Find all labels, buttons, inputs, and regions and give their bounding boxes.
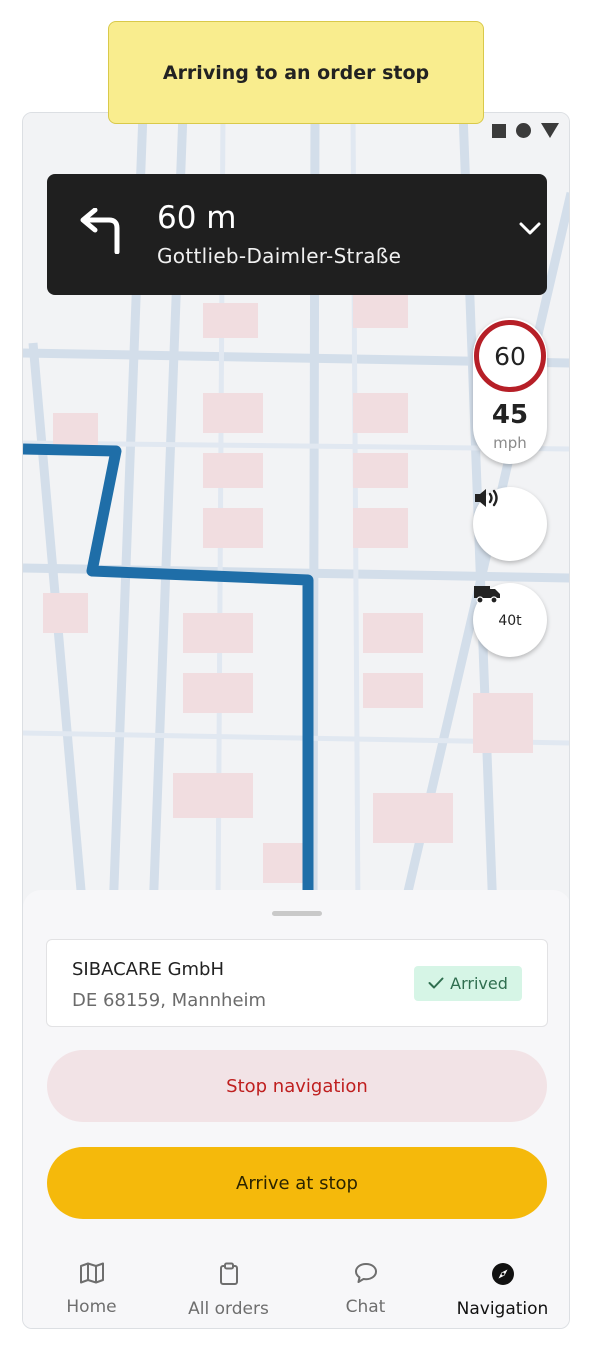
map-view[interactable]: 60 m Gottlieb-Daimler-Straße 60 45 mph 4… bbox=[23, 113, 569, 913]
truck-profile-button[interactable]: 40t bbox=[473, 583, 547, 657]
nav-item-label: Home bbox=[66, 1297, 117, 1317]
stop-square-icon bbox=[492, 123, 506, 138]
speed-limit-sign: 60 bbox=[474, 320, 546, 392]
nav-item-label: Navigation bbox=[456, 1299, 549, 1319]
compass-icon bbox=[491, 1262, 515, 1291]
chat-icon bbox=[354, 1262, 378, 1289]
bottom-navigation-bar: Home All orders Chat Navigation bbox=[23, 1235, 569, 1328]
turn-instruction-card[interactable]: 60 m Gottlieb-Daimler-Straße bbox=[47, 174, 547, 295]
stop-name: SIBACARE GmbH bbox=[72, 959, 225, 980]
record-circle-icon bbox=[516, 123, 531, 138]
stop-navigation-button[interactable]: Stop navigation bbox=[47, 1050, 547, 1122]
current-speed: 45 bbox=[491, 400, 529, 430]
nav-item-navigation[interactable]: Navigation bbox=[434, 1235, 569, 1328]
nav-item-chat[interactable]: Chat bbox=[297, 1235, 434, 1328]
bottom-sheet: SIBACARE GmbH DE 68159, Mannheim Arrived… bbox=[23, 890, 569, 1235]
speed-limit-value: 60 bbox=[494, 341, 526, 371]
map-icon bbox=[79, 1262, 105, 1289]
stop-address: DE 68159, Mannheim bbox=[72, 990, 267, 1011]
status-badge: Arrived bbox=[414, 966, 522, 1001]
tooltip-text: Arriving to an order stop bbox=[162, 61, 430, 84]
check-icon bbox=[428, 974, 444, 993]
nav-item-label: Chat bbox=[345, 1297, 386, 1317]
nav-item-label: All orders bbox=[188, 1299, 269, 1319]
arrive-at-stop-label: Arrive at stop bbox=[236, 1172, 358, 1194]
system-status-icons bbox=[492, 123, 559, 138]
phone-frame: 60 m Gottlieb-Daimler-Straße 60 45 mph 4… bbox=[22, 112, 570, 1329]
annotation-tooltip: Arriving to an order stop bbox=[108, 21, 484, 124]
speed-unit: mph bbox=[493, 434, 527, 452]
triangle-down-icon bbox=[541, 123, 559, 138]
turn-distance: 60 m bbox=[157, 200, 237, 236]
speed-widget: 60 45 mph bbox=[473, 318, 547, 464]
status-badge-label: Arrived bbox=[450, 974, 508, 993]
screen: Arriving to an order stop 60 m Gottlieb-… bbox=[0, 0, 592, 1351]
arrive-at-stop-button[interactable]: Arrive at stop bbox=[47, 1147, 547, 1219]
sound-toggle-button[interactable] bbox=[473, 487, 547, 561]
clipboard-icon bbox=[218, 1262, 240, 1291]
stop-card[interactable]: SIBACARE GmbH DE 68159, Mannheim Arrived bbox=[46, 939, 548, 1027]
stop-navigation-label: Stop navigation bbox=[226, 1075, 368, 1097]
nav-item-all-orders[interactable]: All orders bbox=[160, 1235, 297, 1328]
truck-weight: 40t bbox=[498, 613, 522, 629]
nav-item-home[interactable]: Home bbox=[23, 1235, 160, 1328]
drag-handle[interactable] bbox=[272, 911, 322, 916]
turn-street-name: Gottlieb-Daimler-Straße bbox=[157, 244, 402, 268]
